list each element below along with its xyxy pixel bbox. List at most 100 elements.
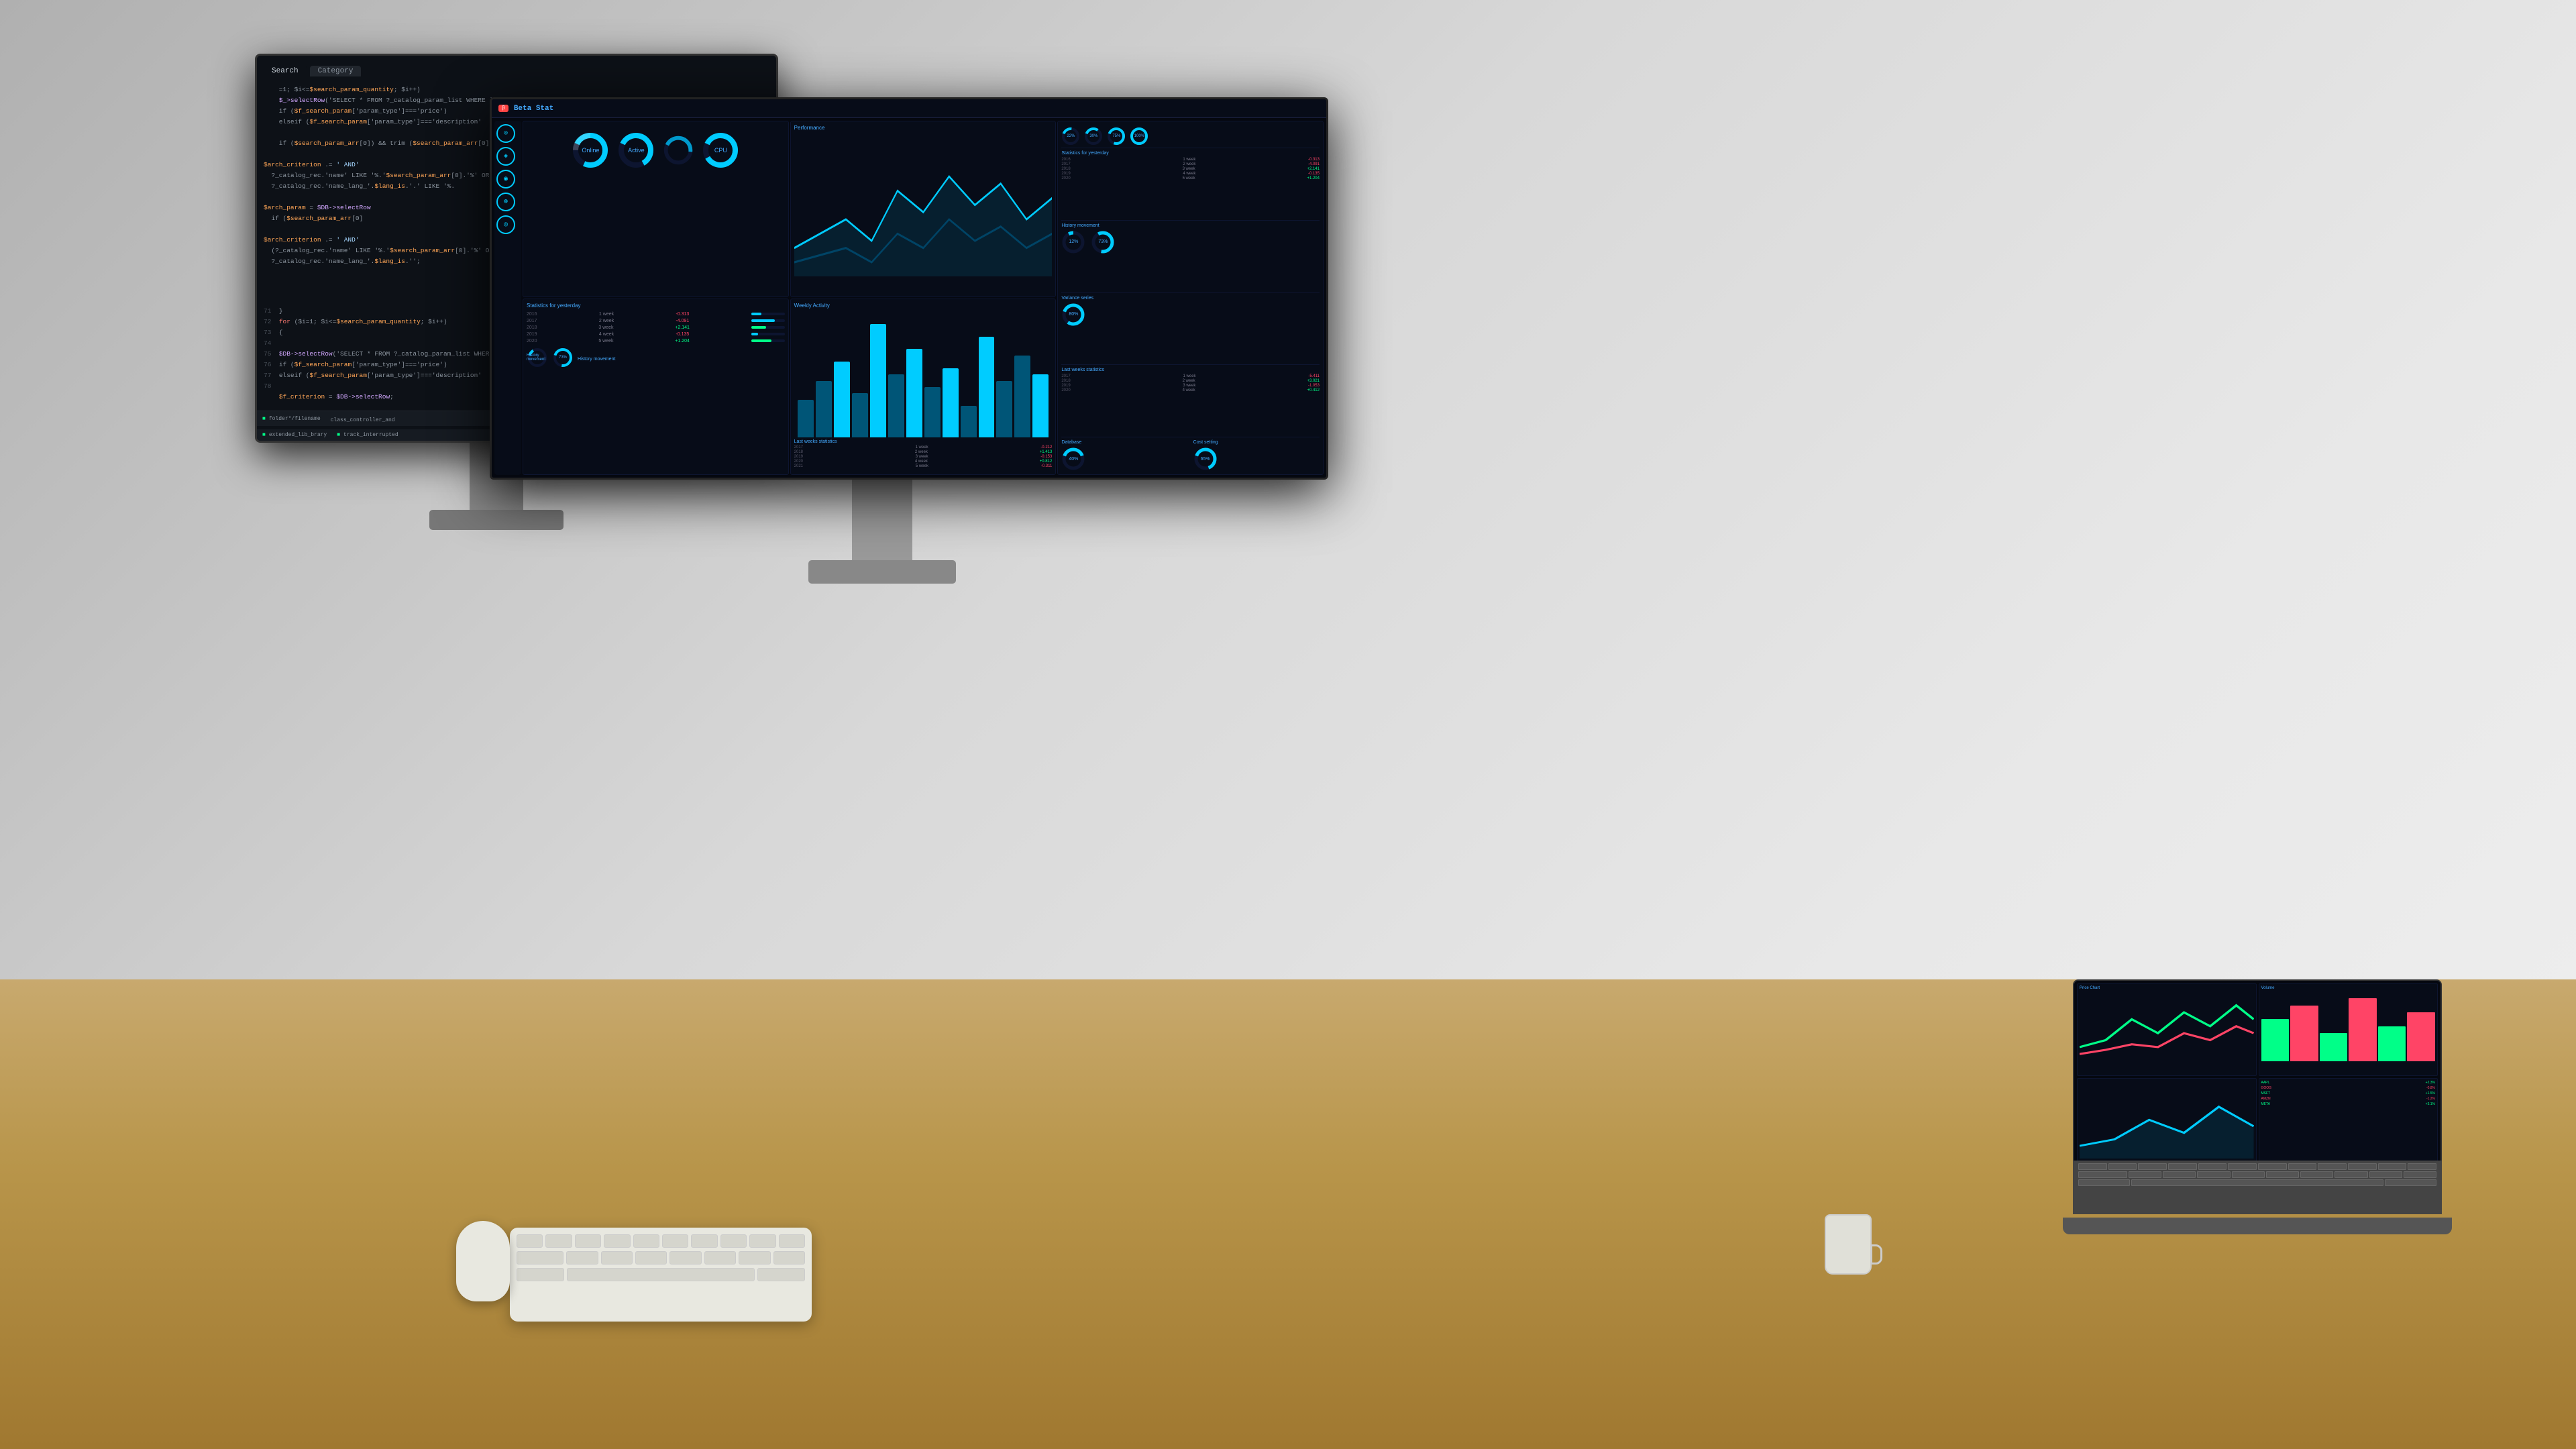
donut-1-label: Online (582, 147, 599, 154)
laptop-bars (2261, 991, 2436, 1061)
tab-search[interactable]: Search (264, 66, 307, 76)
key (2318, 1163, 2347, 1170)
key (2228, 1163, 2257, 1170)
gauge-80pct: 80% (1061, 303, 1085, 327)
history-title: History movement (1061, 223, 1320, 228)
laptop-key-row-1 (2078, 1163, 2436, 1170)
prog-bar-2 (751, 319, 785, 322)
key (2138, 1163, 2167, 1170)
lastweeks-rows: 2017 1 week -5.411 2018 2 week +3.021 20… (1061, 374, 1320, 392)
lastweeks-barchart: Last weeks statistics 2017 1 week -0.212… (794, 439, 1053, 468)
sidebar-icon-4[interactable]: ⊛ (496, 193, 515, 211)
ring-30: 30% (1084, 127, 1103, 146)
code-tab-bar: Search Category (264, 62, 769, 79)
panel-donuts: Online Active (523, 121, 789, 297)
bar-9 (943, 368, 959, 438)
prog-bar-1-fill (751, 313, 761, 315)
key (2078, 1171, 2127, 1178)
sidebar-icon-3[interactable]: ◉ (496, 170, 515, 189)
desk-keyboard[interactable] (510, 1228, 812, 1322)
monitor-right: β Beta Stat ⊙ ◈ ◉ ⊛ ◎ (490, 97, 1328, 480)
lastweeks-barchart-title: Last weeks statistics (794, 439, 1053, 444)
key (2197, 1171, 2230, 1178)
gauge-db-label: 40% (1061, 447, 1085, 471)
bar-13 (1014, 356, 1030, 437)
key (2300, 1171, 2333, 1178)
file1-label: extended_lib_brary (269, 432, 327, 438)
lbar-4 (2349, 998, 2377, 1061)
tab-category[interactable]: Category (310, 66, 362, 76)
panel-stats-table: Statistics for yesterday 2016 1 week -0.… (523, 299, 789, 475)
laptop-key-row-2 (2078, 1171, 2436, 1178)
stats-table-rows: 2016 1 week -0.313 2017 2 week -4.091 (527, 311, 785, 343)
cost-title: Cost setting (1193, 440, 1320, 445)
lbar-2 (2290, 1006, 2318, 1061)
ring-30-label: 30% (1084, 127, 1103, 146)
line-chart-svg (794, 133, 1053, 276)
desk-mouse[interactable] (456, 1221, 510, 1301)
sidebar-icon-2[interactable]: ◈ (496, 147, 515, 166)
donut-2: Active (616, 130, 656, 170)
key (2378, 1163, 2407, 1170)
bar-12 (996, 381, 1012, 438)
laptop-table: AAPL +2.3% GOOG -0.8% MSFT +1.5% AMZN (2261, 1081, 2436, 1106)
mini-gauge-73-label: 73% (552, 347, 574, 368)
gauge-db: 40% (1061, 447, 1085, 471)
key (2385, 1179, 2436, 1186)
cup-handle (1870, 1244, 1882, 1265)
key (2404, 1171, 2436, 1178)
dashboard-sidebar: ⊙ ◈ ◉ ⊛ ◎ (494, 121, 521, 475)
dashboard-title: Beta Stat (514, 105, 553, 113)
key (2198, 1163, 2227, 1170)
gauge-73pct: 73% (1091, 230, 1115, 254)
rpanel-history: History movement 12% (1061, 223, 1320, 293)
bar-2 (816, 381, 832, 438)
bar-8 (924, 387, 941, 437)
prog-bar-3-fill (751, 326, 767, 329)
rpanel-stats-yesterday: Statistics for yesterday 2016 1 week -0.… (1061, 151, 1320, 221)
key (2334, 1171, 2367, 1178)
mini-gauges-row: History movement 73% History movement (527, 347, 785, 368)
rpanel-lastweeks: Last weeks statistics 2017 1 week -5.411… (1061, 368, 1320, 437)
key (2258, 1163, 2287, 1170)
dashboard: β Beta Stat ⊙ ◈ ◉ ⊛ ◎ (492, 99, 1326, 478)
sidebar-icon-5[interactable]: ◎ (496, 215, 515, 234)
ring-22-label: 22% (1061, 127, 1080, 146)
history-gauges: 12% 73% (1061, 230, 1320, 254)
sidebar-icon-1[interactable]: ⊙ (496, 124, 515, 143)
panel-right-large: 22% 30% 75% (1057, 121, 1324, 475)
key (2129, 1171, 2161, 1178)
linechart-title: Performance (794, 125, 1053, 131)
ring-100: 100% (1130, 127, 1148, 146)
key (2168, 1163, 2197, 1170)
key (2232, 1171, 2265, 1178)
dashboard-body: ⊙ ◈ ◉ ⊛ ◎ Online (492, 118, 1326, 478)
stats-yesterday-title: Statistics for yesterday (1061, 151, 1320, 156)
coffee-cup (1825, 1214, 1872, 1275)
prog-bar-3 (751, 326, 785, 329)
laptop-chart-3 (2077, 1078, 2257, 1171)
db-section: Database 40% (1061, 440, 1187, 471)
laptop-key-row-3 (2078, 1179, 2436, 1186)
ring-75: 75% (1107, 127, 1126, 146)
laptop-chart-2: Volume (2259, 983, 2438, 1076)
lastweeks-rows-2: 2017 1 week -0.212 2018 2 week +1.413 20… (794, 445, 1053, 468)
key-space (2131, 1179, 2383, 1186)
ring-22: 22% (1061, 127, 1080, 146)
prog-bar-4 (751, 333, 785, 335)
key (2078, 1163, 2107, 1170)
key (2163, 1171, 2196, 1178)
lbar-6 (2407, 1012, 2435, 1061)
cost-section: Cost setting 65% (1193, 440, 1320, 471)
rpanel-variance: Variance series 80% (1061, 296, 1320, 366)
donut-3 (661, 133, 695, 167)
db-title: Database (1061, 440, 1187, 445)
panel-barchart: Weekly Activity (790, 299, 1057, 475)
stats-table-title: Statistics for yesterday (527, 303, 785, 309)
monitor-right-base (808, 560, 956, 584)
laptop-screen-content: Price Chart Volume (2074, 981, 2440, 1173)
history-label: History movement (578, 352, 785, 364)
bar-5 (870, 324, 886, 437)
mini-gauge-73: 73% (552, 347, 574, 368)
gauge-cost-label: 65% (1193, 447, 1218, 471)
